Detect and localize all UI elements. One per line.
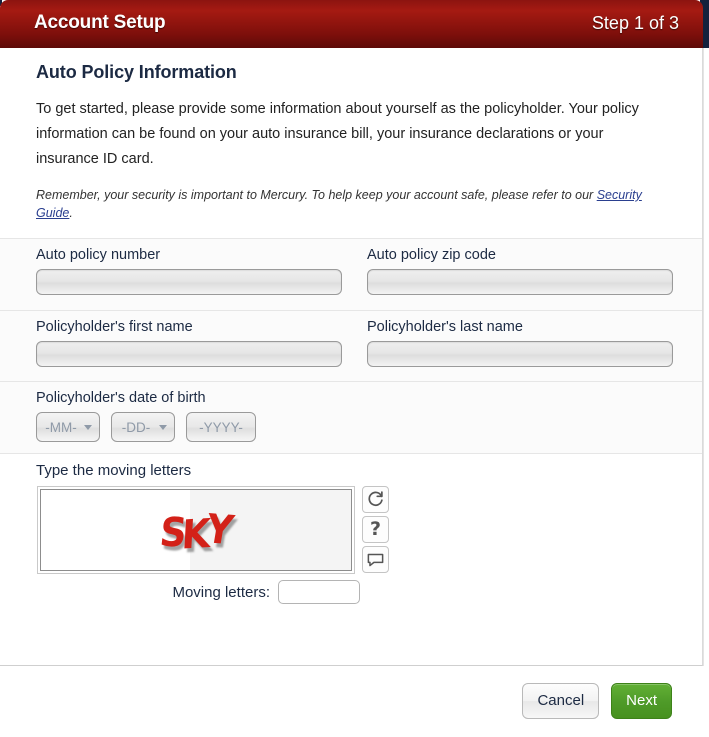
field-last-name: Policyholder's last name: [367, 319, 673, 367]
captcha-challenge-text: SKY: [157, 506, 232, 559]
account-setup-page: Account Setup Step 1 of 3 Auto Policy In…: [0, 0, 709, 737]
policy-zip-input[interactable]: [367, 269, 673, 295]
last-name-label: Policyholder's last name: [367, 319, 523, 335]
content-panel: Auto Policy Information To get started, …: [0, 48, 703, 666]
captcha-label: Type the moving letters: [36, 462, 192, 479]
policy-number-input[interactable]: [36, 269, 342, 295]
footer-button-group: Cancel Next: [522, 683, 672, 719]
field-policy-zip: Auto policy zip code: [367, 247, 673, 295]
field-policy-number: Auto policy number: [36, 247, 342, 295]
captcha-image-box: SKY: [37, 486, 355, 574]
dob-year-input[interactable]: [186, 412, 256, 442]
next-button[interactable]: Next: [611, 683, 672, 719]
field-first-name: Policyholder's first name: [36, 319, 342, 367]
cancel-button[interactable]: Cancel: [522, 683, 600, 719]
panel-right-gutter: [703, 48, 709, 666]
form-row-captcha: Type the moving letters SKY ? Moving let…: [0, 453, 702, 623]
step-indicator: Step 1 of 3: [591, 13, 679, 33]
refresh-icon: [367, 491, 384, 508]
page-title: Auto Policy Information: [36, 62, 237, 82]
dob-day-select[interactable]: -DD-: [111, 412, 175, 442]
security-note: Remember, your security is important to …: [36, 186, 668, 222]
captcha-refresh-button[interactable]: [362, 486, 389, 513]
dialog-footer: Cancel Next: [0, 666, 709, 737]
policy-number-label: Auto policy number: [36, 247, 161, 263]
captcha-answer-row: Moving letters:: [0, 580, 360, 604]
field-dob: Policyholder's date of birth -MM- -DD-: [36, 390, 256, 442]
first-name-label: Policyholder's first name: [36, 319, 193, 335]
dob-group: -MM- -DD-: [36, 412, 256, 442]
moving-letters-label: Moving letters:: [172, 583, 270, 601]
first-name-input[interactable]: [36, 341, 342, 367]
dob-month-select[interactable]: -MM-: [36, 412, 100, 442]
dialog-header: Account Setup Step 1 of 3: [0, 0, 703, 48]
intro-paragraph: To get started, please provide some info…: [36, 101, 639, 167]
form-row-policy: Auto policy number Auto policy zip code: [0, 238, 702, 310]
security-note-suffix: .: [69, 206, 73, 220]
dialog-title: Account Setup: [34, 12, 166, 33]
moving-letters-input[interactable]: [278, 580, 360, 604]
intro-block: Auto Policy Information To get started, …: [0, 48, 702, 222]
question-mark-icon: ?: [369, 518, 382, 540]
captcha-image: SKY: [40, 489, 352, 571]
dob-day-wrap: -DD-: [111, 412, 175, 442]
form-row-name: Policyholder's first name Policyholder's…: [0, 310, 702, 381]
captcha-audio-button[interactable]: [362, 546, 389, 573]
captcha-button-group: ?: [362, 486, 389, 573]
dob-month-wrap: -MM-: [36, 412, 100, 442]
speech-bubble-icon: [366, 552, 385, 568]
captcha-help-button[interactable]: ?: [362, 516, 389, 543]
dob-label: Policyholder's date of birth: [36, 390, 206, 406]
last-name-input[interactable]: [367, 341, 673, 367]
security-note-prefix: Remember, your security is important to …: [36, 188, 597, 202]
form-row-dob: Policyholder's date of birth -MM- -DD-: [0, 381, 702, 453]
policy-zip-label: Auto policy zip code: [367, 247, 496, 263]
